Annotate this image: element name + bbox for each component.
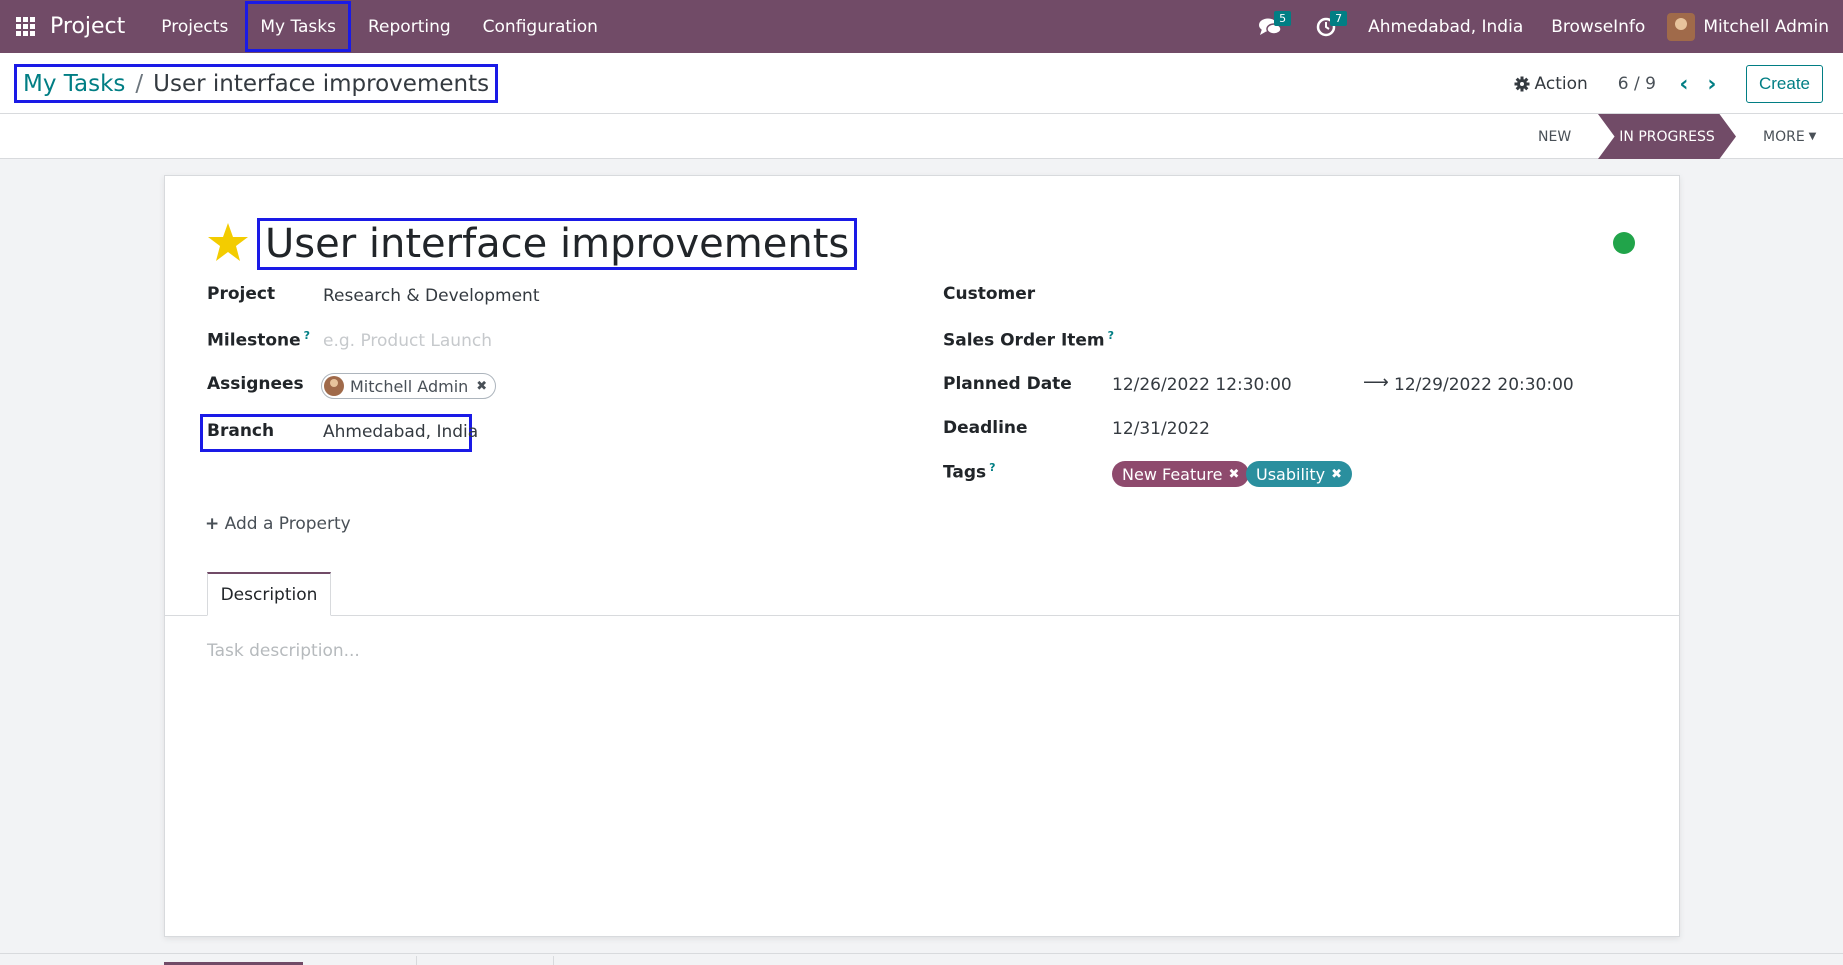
branch-field[interactable]: Ahmedabad, India xyxy=(323,422,478,442)
help-icon[interactable]: ? xyxy=(304,329,310,342)
tag-usability[interactable]: Usability ✖ xyxy=(1246,461,1352,487)
sales-order-item-label-text: Sales Order Item xyxy=(943,330,1105,351)
sales-order-item-field[interactable] xyxy=(1111,329,1651,353)
remove-icon[interactable]: ✖ xyxy=(476,379,487,394)
activity-menu[interactable]: 7 xyxy=(1306,0,1348,53)
more-label: MORE xyxy=(1763,128,1805,145)
messages-badge: 5 xyxy=(1274,11,1292,26)
sales-order-item-label: Sales Order Item? xyxy=(943,329,1114,351)
tags-label-text: Tags xyxy=(943,462,987,483)
tag-label: Usability xyxy=(1256,464,1326,484)
add-property-label: Add a Property xyxy=(224,514,351,534)
tab-divider xyxy=(416,956,417,965)
menu-projects[interactable]: Projects xyxy=(145,0,244,53)
menu-my-tasks[interactable]: My Tasks xyxy=(244,0,352,53)
gear-icon xyxy=(1514,76,1530,92)
action-label: Action xyxy=(1534,74,1588,94)
project-label: Project xyxy=(207,284,276,304)
planned-date-start[interactable]: 12/26/2022 12:30:00 xyxy=(1112,375,1292,395)
customer-label: Customer xyxy=(943,284,1036,304)
help-icon[interactable]: ? xyxy=(989,461,995,474)
customer-field[interactable] xyxy=(1111,284,1651,308)
milestone-label-text: Milestone xyxy=(207,330,301,351)
top-navbar: Project Projects My Tasks Reporting Conf… xyxy=(0,0,1843,53)
plus-icon: + xyxy=(205,514,220,534)
tab-divider xyxy=(553,956,554,965)
assignees-label: Assignees xyxy=(207,374,304,394)
stage-new[interactable]: NEW xyxy=(1538,114,1571,159)
navbar-systray: 5 7 Ahmedabad, India BrowseInfo Mitchell… xyxy=(1242,0,1843,53)
apps-grid-icon[interactable] xyxy=(16,16,36,37)
remove-icon[interactable]: ✖ xyxy=(1228,467,1239,482)
breadcrumb-current: User interface improvements xyxy=(153,70,490,97)
user-menu[interactable]: Mitchell Admin xyxy=(1659,12,1843,41)
deadline-field[interactable]: 12/31/2022 xyxy=(1112,419,1210,439)
assignee-name: Mitchell Admin xyxy=(350,376,469,396)
caret-down-icon: ▼ xyxy=(1808,131,1817,142)
assignee-tag[interactable]: Mitchell Admin ✖ xyxy=(321,373,497,399)
chatter-tabs-strip xyxy=(0,953,1843,965)
form-sheet: User interface improvements Project Rese… xyxy=(164,175,1680,937)
pager-value[interactable]: 6 / 9 xyxy=(1618,74,1656,94)
tab-description[interactable]: Description xyxy=(207,572,331,616)
task-title[interactable]: User interface improvements xyxy=(257,218,858,270)
tag-new-feature[interactable]: New Feature ✖ xyxy=(1112,461,1250,487)
company-switcher[interactable]: Ahmedabad, India xyxy=(1354,17,1537,37)
messaging-menu[interactable]: 5 xyxy=(1250,0,1292,53)
app-name[interactable]: Project xyxy=(50,14,125,39)
deadline-label: Deadline xyxy=(943,418,1028,438)
project-field[interactable]: Research & Development xyxy=(323,286,539,306)
add-property-button[interactable]: + Add a Property xyxy=(205,514,351,534)
breadcrumb-my-tasks[interactable]: My Tasks xyxy=(23,71,125,97)
assignee-avatar xyxy=(324,376,344,396)
arrow-right-icon: ⟶ xyxy=(1363,372,1389,393)
kanban-state-dot[interactable] xyxy=(1613,232,1635,254)
milestone-label: Milestone? xyxy=(207,329,310,351)
tab-divider xyxy=(165,615,1679,616)
pager-previous-icon[interactable]: ‹ xyxy=(1670,72,1698,97)
planned-date-end[interactable]: 12/29/2022 20:30:00 xyxy=(1394,375,1574,395)
control-panel-right: Action 6 / 9 ‹ › Create xyxy=(1514,64,1823,104)
tag-label: New Feature xyxy=(1122,464,1223,484)
control-panel: My Tasks / User interface improvements A… xyxy=(0,53,1843,114)
stage-in-progress[interactable]: IN PROGRESS xyxy=(1598,114,1736,159)
tags-label: Tags? xyxy=(943,461,996,483)
menu-configuration[interactable]: Configuration xyxy=(467,0,614,53)
branch-label: Branch xyxy=(207,421,275,441)
breadcrumb-separator: / xyxy=(135,70,144,97)
create-button[interactable]: Create xyxy=(1745,65,1823,103)
action-button[interactable]: Action xyxy=(1514,74,1588,94)
planned-date-label: Planned Date xyxy=(943,374,1072,394)
remove-icon[interactable]: ✖ xyxy=(1331,467,1342,482)
activities-badge: 7 xyxy=(1330,11,1348,26)
star-icon[interactable] xyxy=(207,222,249,262)
user-name: Mitchell Admin xyxy=(1703,16,1829,37)
milestone-field[interactable]: e.g. Product Launch xyxy=(323,331,492,351)
stage-more-dropdown[interactable]: MORE ▼ xyxy=(1763,114,1816,159)
avatar xyxy=(1667,12,1696,41)
breadcrumb: My Tasks / User interface improvements xyxy=(14,64,499,103)
description-editor[interactable]: Task description... xyxy=(207,641,360,661)
pager-next-icon[interactable]: › xyxy=(1698,72,1726,97)
menu-reporting[interactable]: Reporting xyxy=(352,0,467,53)
statusbar: NEW IN PROGRESS MORE ▼ xyxy=(0,114,1843,159)
database-name[interactable]: BrowseInfo xyxy=(1537,17,1659,37)
